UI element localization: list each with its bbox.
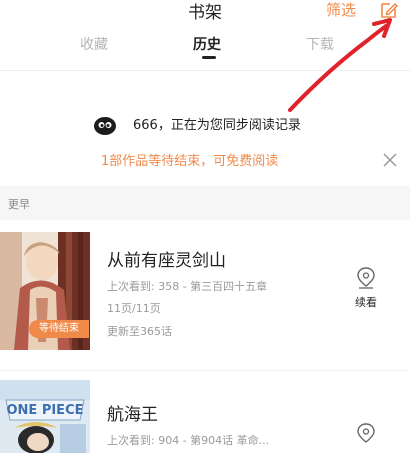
continue-label[interactable]: 续看	[352, 294, 380, 310]
book-cover[interactable]: ONE PIECE	[0, 380, 90, 453]
location-pin-icon	[357, 267, 375, 289]
free-read-notice[interactable]: 1部作品等待结束，可免费阅读	[0, 147, 410, 175]
tab-bar: 收藏 历史 下载	[0, 30, 410, 68]
cover-image: ONE PIECE	[0, 380, 90, 453]
filter-button[interactable]: 筛选	[326, 0, 356, 20]
notice-text[interactable]: 1部作品等待结束，可免费阅读	[101, 150, 278, 169]
tab-downloads[interactable]: 下载	[306, 34, 334, 54]
last-read: 上次看到: 358 - 第三百四十五章	[107, 280, 268, 293]
top-bar: 书架 筛选	[0, 0, 410, 28]
location-pin-icon	[357, 423, 375, 443]
update-status: 更新至365话	[107, 325, 172, 338]
edit-icon[interactable]	[379, 0, 399, 20]
svg-text:ONE PIECE: ONE PIECE	[6, 403, 83, 418]
section-header: 更早	[0, 186, 410, 220]
status-badge: 等待结束	[29, 320, 89, 338]
book-title[interactable]: 航海王	[107, 400, 158, 425]
close-icon[interactable]	[382, 152, 398, 168]
sync-status-text: 666，正在为您同步阅读记录	[133, 118, 301, 133]
sync-status: 666，正在为您同步阅读记录	[0, 108, 410, 138]
tab-favorites[interactable]: 收藏	[80, 34, 108, 54]
divider	[0, 70, 410, 71]
book-cover[interactable]: 等待结束	[0, 232, 90, 350]
book-title[interactable]: 从前有座灵剑山	[107, 246, 226, 271]
active-tab-indicator	[202, 56, 216, 59]
list-item[interactable]: ONE PIECE 航海王 上次看到: 904 - 第904话 革命...	[0, 372, 410, 453]
last-read: 上次看到: 904 - 第904话 革命...	[107, 434, 270, 447]
divider	[0, 370, 410, 371]
continue-button[interactable]	[352, 422, 380, 446]
page-progress: 11页/11页	[107, 302, 161, 315]
list-item[interactable]: 等待结束 从前有座灵剑山 上次看到: 358 - 第三百四十五章 11页/11页…	[0, 220, 410, 368]
continue-button[interactable]: 续看	[352, 266, 380, 310]
mascot-avatar-icon	[94, 117, 116, 135]
tab-history[interactable]: 历史	[193, 34, 221, 54]
section-label: 更早	[8, 198, 30, 211]
